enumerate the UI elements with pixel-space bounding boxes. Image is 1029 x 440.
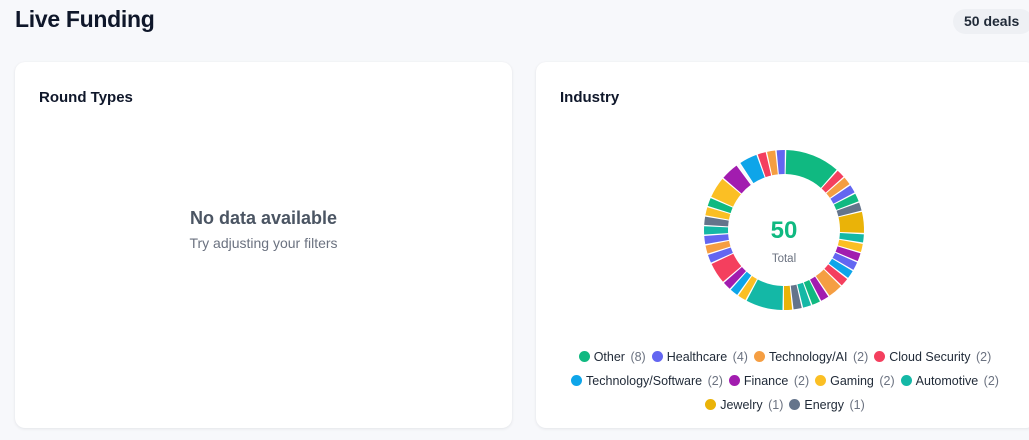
legend-item[interactable]: Cloud Security (2) xyxy=(874,345,991,369)
legend-row: Technology/Software (2) Finance (2) Gaming… xyxy=(550,369,1020,393)
legend-count: (2) xyxy=(976,350,992,364)
legend-item[interactable]: Other (8) xyxy=(578,345,646,369)
legend-label: Cloud Security xyxy=(889,350,971,364)
legend-count: (2) xyxy=(879,374,895,388)
page-title: Live Funding xyxy=(15,6,155,32)
legend-label: Technology/Software xyxy=(586,374,703,388)
legend-label: Energy xyxy=(804,398,844,412)
legend-count: (8) xyxy=(630,350,646,364)
legend-color-dot xyxy=(900,375,912,386)
legend-color-dot xyxy=(874,351,886,362)
legend-label: Healthcare xyxy=(666,350,728,364)
legend-color-dot xyxy=(651,351,663,362)
industry-title: Industry xyxy=(560,89,620,106)
legend-color-dot xyxy=(571,375,583,386)
legend-count: (2) xyxy=(983,374,999,388)
empty-state: No data available Try adjusting your fil… xyxy=(15,208,512,251)
legend-count: (2) xyxy=(793,374,810,388)
legend-color-dot xyxy=(578,351,590,362)
empty-state-title: No data available xyxy=(189,208,338,228)
legend-item[interactable]: Technology/Software (2) xyxy=(571,369,723,393)
empty-state-subtitle: Try adjusting your filters xyxy=(189,235,338,251)
legend-count: (1) xyxy=(849,398,865,412)
donut-total-value: 50 xyxy=(771,217,798,244)
legend-row: Other (8) Healthcare (4) Technology/AI (2)… xyxy=(550,345,1020,369)
deals-count-badge: 50 deals xyxy=(953,9,1029,34)
legend-item[interactable]: Healthcare (4) xyxy=(651,345,748,369)
legend-item[interactable]: Finance (2) xyxy=(728,369,810,393)
legend-color-dot xyxy=(728,375,740,386)
legend-row: Jewelry (1) Energy (1) xyxy=(550,393,1020,417)
donut-total-label: Total xyxy=(772,253,796,265)
legend-color-dot xyxy=(753,351,765,362)
legend-label: Finance xyxy=(743,374,789,388)
industry-card: Industry 50 Total Other (8) Healthcare (4… xyxy=(536,62,1029,428)
legend-count: (4) xyxy=(732,350,748,364)
round-types-title: Round Types xyxy=(39,89,133,106)
legend-label: Jewelry xyxy=(720,398,763,412)
legend-item[interactable]: Jewelry (1) xyxy=(705,393,783,417)
legend-label: Gaming xyxy=(830,374,874,388)
legend-item[interactable]: Gaming (2) xyxy=(815,369,895,393)
legend-item[interactable]: Energy (1) xyxy=(789,393,865,417)
donut-slice[interactable] xyxy=(783,285,793,310)
live-funding-page: Live Funding 50 deals Round Types No dat… xyxy=(0,0,1029,440)
donut-slice[interactable] xyxy=(776,150,785,175)
legend-color-dot xyxy=(705,399,717,410)
legend-item[interactable]: Technology/AI (2) xyxy=(753,345,869,369)
legend-label: Automotive xyxy=(915,374,979,388)
legend-count: (2) xyxy=(852,350,869,364)
round-types-card: Round Types No data available Try adjust… xyxy=(15,62,512,428)
legend-color-dot xyxy=(789,399,801,410)
industry-legend: Other (8) Healthcare (4) Technology/AI (2)… xyxy=(550,345,1020,417)
legend-label: Technology/AI xyxy=(768,350,848,364)
industry-donut-chart[interactable]: 50 Total xyxy=(700,146,868,314)
legend-count: (1) xyxy=(768,398,784,412)
legend-count: (2) xyxy=(707,374,723,388)
legend-item[interactable]: Automotive (2) xyxy=(900,369,999,393)
donut-slice[interactable] xyxy=(704,226,729,235)
legend-label: Other xyxy=(593,350,625,364)
legend-color-dot xyxy=(815,375,827,386)
